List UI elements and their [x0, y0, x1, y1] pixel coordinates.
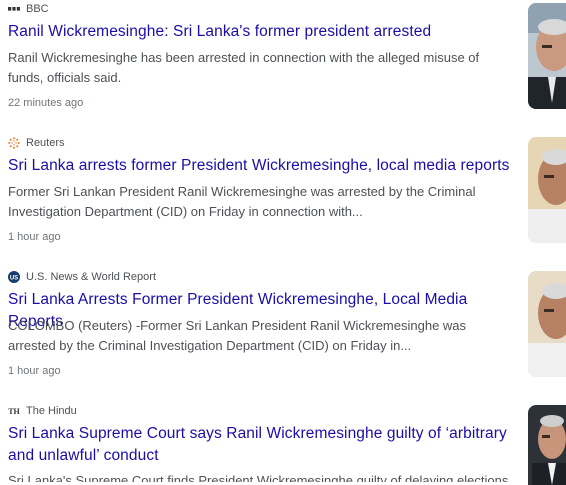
- article-snippet: Ranil Wickremesinghe has been arrested i…: [8, 50, 480, 85]
- source-row: Reuters: [8, 137, 65, 149]
- source-row: TH The Hindu: [8, 405, 77, 417]
- article-thumbnail[interactable]: [528, 3, 566, 109]
- article-snippet: COLOMBO (Reuters) -Former Sri Lankan Pre…: [8, 318, 467, 353]
- article-thumbnail[interactable]: [528, 137, 566, 243]
- article-title-link[interactable]: Sri Lanka Supreme Court says Ranil Wickr…: [8, 423, 513, 467]
- article-title-link[interactable]: Ranil Wickremesinghe: Sri Lanka's former…: [8, 21, 513, 43]
- article-timestamp: 22 minutes ago: [8, 97, 84, 109]
- article-snippet: Sri Lanka's Supreme Court finds Presiden…: [8, 473, 509, 482]
- usnews-logo-letters: US: [10, 275, 18, 281]
- article-thumbnail[interactable]: [528, 405, 566, 485]
- article-thumbnail[interactable]: [528, 271, 566, 377]
- source-name: The Hindu: [26, 405, 77, 417]
- article-title-link[interactable]: Sri Lanka arrests former President Wickr…: [8, 155, 513, 177]
- source-name: Reuters: [26, 137, 65, 149]
- source-name: U.S. News & World Report: [26, 271, 157, 283]
- bbc-logo-icon: [8, 3, 20, 15]
- source-name: BBC: [26, 3, 49, 15]
- source-row: US U.S. News & World Report: [8, 271, 156, 283]
- source-row: BBC: [8, 3, 49, 15]
- usnews-logo-icon: US: [8, 271, 20, 283]
- the-hindu-logo-icon: TH: [8, 405, 20, 417]
- article-timestamp: 1 hour ago: [8, 231, 61, 243]
- the-hindu-logo-letters: TH: [8, 407, 20, 416]
- article-timestamp: 1 hour ago: [8, 365, 61, 377]
- article-snippet: Former Sri Lankan President Ranil Wickre…: [8, 184, 476, 219]
- reuters-logo-icon: [8, 137, 20, 149]
